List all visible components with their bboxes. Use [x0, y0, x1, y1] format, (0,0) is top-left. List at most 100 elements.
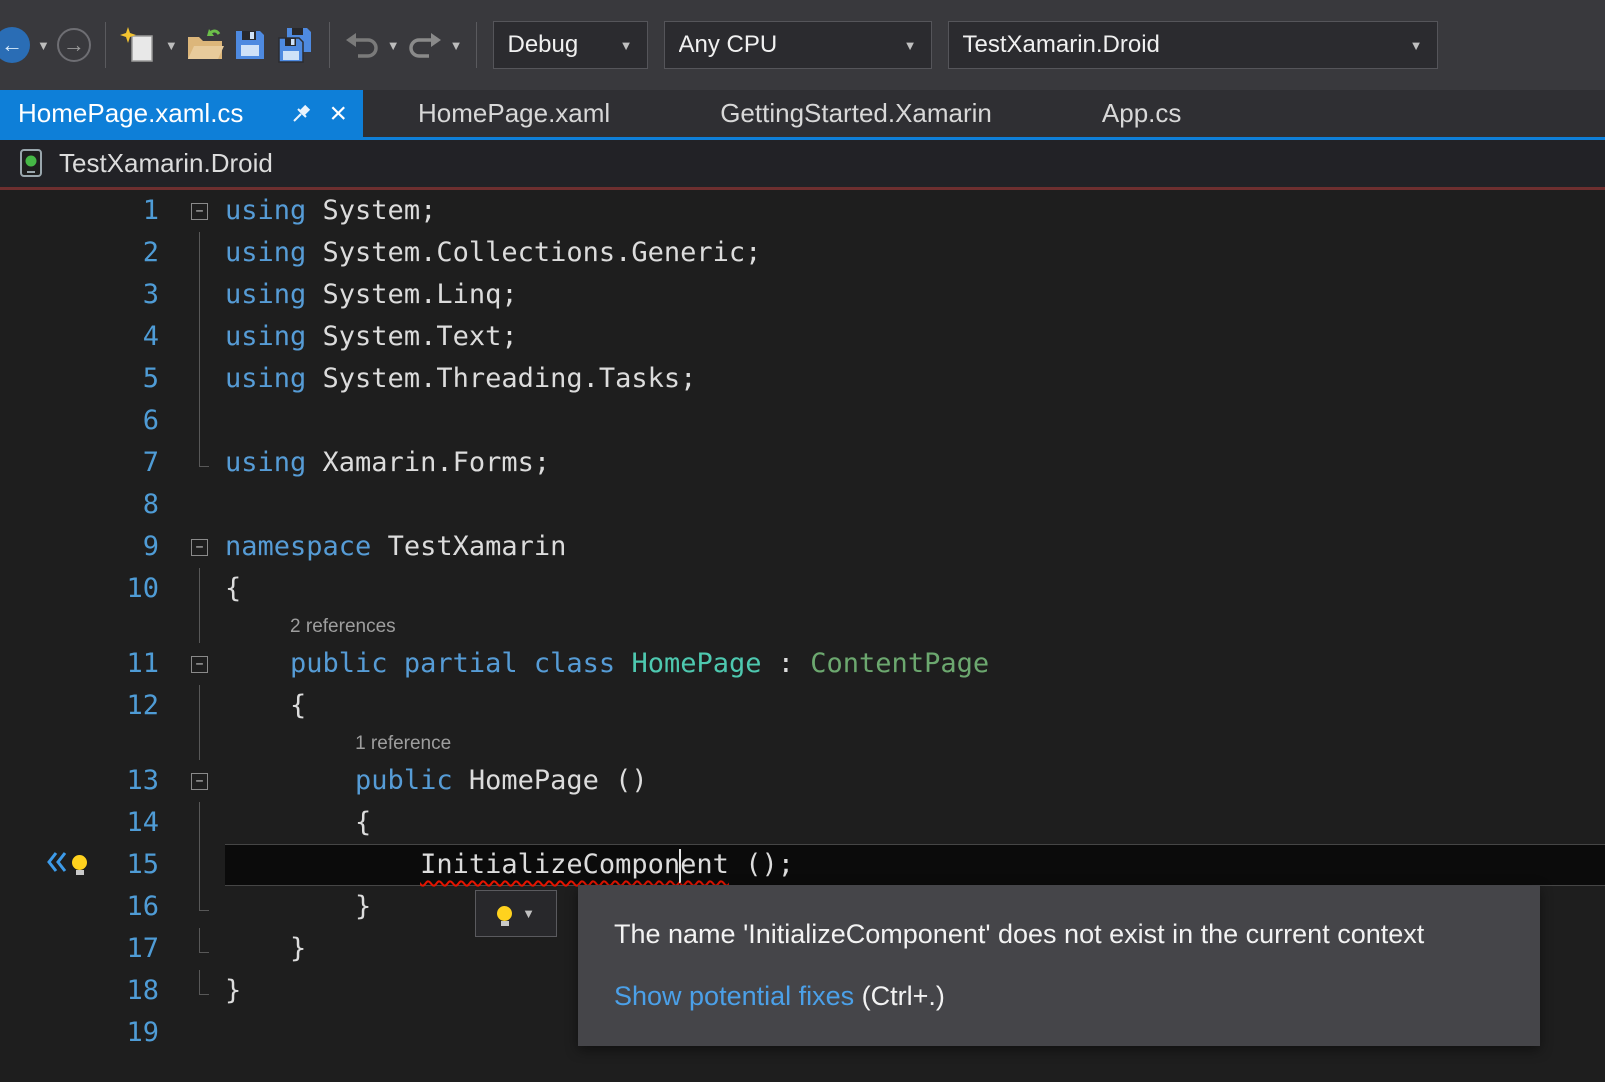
pin-icon[interactable]	[291, 104, 311, 124]
code-line-3[interactable]: 3 using System.Linq;	[0, 274, 1605, 316]
new-item-dropdown[interactable]: ▼	[162, 38, 181, 53]
code-line-11[interactable]: 11 − public partial class HomePage : Cont…	[0, 643, 1605, 685]
code-line-5[interactable]: 5 using System.Threading.Tasks;	[0, 358, 1605, 400]
code-line-2[interactable]: 2 using System.Collections.Generic;	[0, 232, 1605, 274]
codelens-label[interactable]: 1 reference	[225, 727, 451, 760]
project-icon	[20, 149, 42, 177]
solution-configuration-dropdown[interactable]: Debug ▼	[492, 21, 648, 69]
tab-label: HomePage.xaml.cs	[18, 98, 244, 128]
save-icon	[235, 31, 264, 59]
error-message: The name 'InitializeComponent' does not …	[614, 919, 1425, 949]
toolbar-separator	[475, 22, 477, 68]
outline-margin	[175, 610, 225, 643]
code-line-12[interactable]: 12 {	[0, 685, 1605, 727]
save-button[interactable]	[229, 17, 271, 73]
navigate-back-button[interactable]: ←	[0, 17, 34, 73]
navigate-back-dropdown[interactable]: ▼	[34, 38, 53, 53]
line-number: 17	[126, 933, 159, 964]
line-number: 14	[126, 807, 159, 838]
tab-homepage-xaml[interactable]: HomePage.xaml	[363, 90, 665, 137]
new-item-button[interactable]	[116, 17, 162, 73]
line-number: 7	[142, 447, 159, 478]
redo-dropdown[interactable]: ▼	[447, 38, 466, 53]
tab-label: GettingStarted.Xamarin	[720, 98, 992, 128]
solution-configuration-value: Debug	[507, 31, 579, 58]
lightbulb-widget[interactable]: ▼	[475, 890, 557, 937]
outline-margin	[175, 358, 225, 400]
fold-collapse-toggle[interactable]: −	[191, 772, 208, 790]
toolbar-separator	[104, 22, 106, 68]
code-line-text: {	[225, 573, 242, 604]
close-icon[interactable]: ×	[329, 98, 347, 129]
code-line-text: using System;	[225, 195, 437, 226]
line-number: 2	[142, 237, 159, 268]
code-line-1[interactable]: 1 − using System;	[0, 190, 1605, 232]
tab-homepage-xaml-cs[interactable]: HomePage.xaml.cs ×	[0, 90, 363, 137]
code-line-text: using System.Threading.Tasks;	[225, 363, 697, 394]
breadcrumb-bar: TestXamarin.Droid	[0, 140, 1605, 190]
quick-actions-icon[interactable]	[46, 848, 87, 876]
code-line-7[interactable]: 7 using Xamarin.Forms;	[0, 442, 1605, 484]
code-line-15[interactable]: 15 InitializeComponent ();	[0, 844, 1605, 886]
line-number: 18	[126, 975, 159, 1006]
chevron-down-icon: ▼	[522, 906, 535, 921]
show-potential-fixes-link[interactable]: Show potential fixes	[614, 981, 854, 1011]
toolbar-separator	[328, 22, 330, 68]
outline-margin: −	[175, 760, 225, 802]
chevron-down-icon: ▼	[1409, 37, 1423, 53]
fold-collapse-toggle[interactable]: −	[191, 538, 208, 556]
undo-dropdown[interactable]: ▼	[384, 38, 403, 53]
code-line-8[interactable]: 8	[0, 484, 1605, 526]
code-line-text: public partial class HomePage : ContentP…	[290, 648, 990, 679]
line-number: 11	[126, 648, 159, 679]
undo-button[interactable]	[340, 17, 384, 73]
code-line-text: using System.Linq;	[225, 279, 518, 310]
undo-icon	[345, 33, 378, 58]
fold-collapse-toggle[interactable]: −	[191, 655, 208, 673]
code-line-4[interactable]: 4 using System.Text;	[0, 316, 1605, 358]
outline-margin	[175, 928, 225, 970]
code-line-13[interactable]: 13 − public HomePage ()	[0, 760, 1605, 802]
import-arrows-icon	[47, 852, 67, 872]
code-editor[interactable]: 1− using System; 2 using System.Collections…	[0, 190, 1605, 1082]
lightbulb-icon	[497, 906, 513, 926]
outline-margin	[175, 970, 225, 1012]
outline-margin: −	[175, 190, 225, 232]
codelens-label[interactable]: 2 references	[225, 610, 396, 643]
line-number: 12	[126, 690, 159, 721]
startup-project-value: TestXamarin.Droid	[962, 31, 1160, 58]
code-line-14[interactable]: 14 {	[0, 802, 1605, 844]
line-number: 8	[142, 489, 159, 520]
outline-margin: −	[175, 643, 225, 685]
line-number: 5	[142, 363, 159, 394]
outline-margin	[175, 727, 225, 760]
code-line-text: {	[225, 690, 307, 721]
codelens-references[interactable]: 1 reference	[0, 727, 1605, 760]
navigate-forward-button[interactable]: →	[53, 17, 95, 73]
codelens-references[interactable]: 2 references	[0, 610, 1605, 643]
code-line-10[interactable]: 10 {	[0, 568, 1605, 610]
tab-gettingstarted-xamarin[interactable]: GettingStarted.Xamarin	[665, 90, 1047, 137]
tab-app-cs[interactable]: App.cs	[1047, 90, 1237, 137]
solution-platform-value: Any CPU	[678, 31, 778, 58]
code-line-9[interactable]: 9 − namespace TestXamarin	[0, 526, 1605, 568]
open-file-button[interactable]	[181, 17, 229, 73]
open-folder-icon	[187, 29, 224, 59]
code-line-text: {	[225, 807, 372, 838]
back-arrow-icon: ←	[0, 27, 30, 63]
breadcrumb-project[interactable]: TestXamarin.Droid	[59, 148, 273, 179]
fold-collapse-toggle[interactable]: −	[191, 202, 208, 220]
outline-margin	[175, 400, 225, 442]
startup-project-dropdown[interactable]: TestXamarin.Droid ▼	[947, 21, 1438, 69]
outline-margin	[175, 802, 225, 844]
line-number: 1	[142, 195, 159, 226]
redo-button[interactable]	[403, 17, 447, 73]
save-all-button[interactable]	[271, 17, 319, 73]
new-file-icon	[119, 27, 153, 62]
code-line-6[interactable]: 6	[0, 400, 1605, 442]
solution-platform-dropdown[interactable]: Any CPU ▼	[663, 21, 932, 69]
outline-margin	[175, 484, 225, 526]
forward-arrow-icon: →	[56, 28, 91, 62]
code-line-text: using System.Collections.Generic;	[225, 237, 762, 268]
